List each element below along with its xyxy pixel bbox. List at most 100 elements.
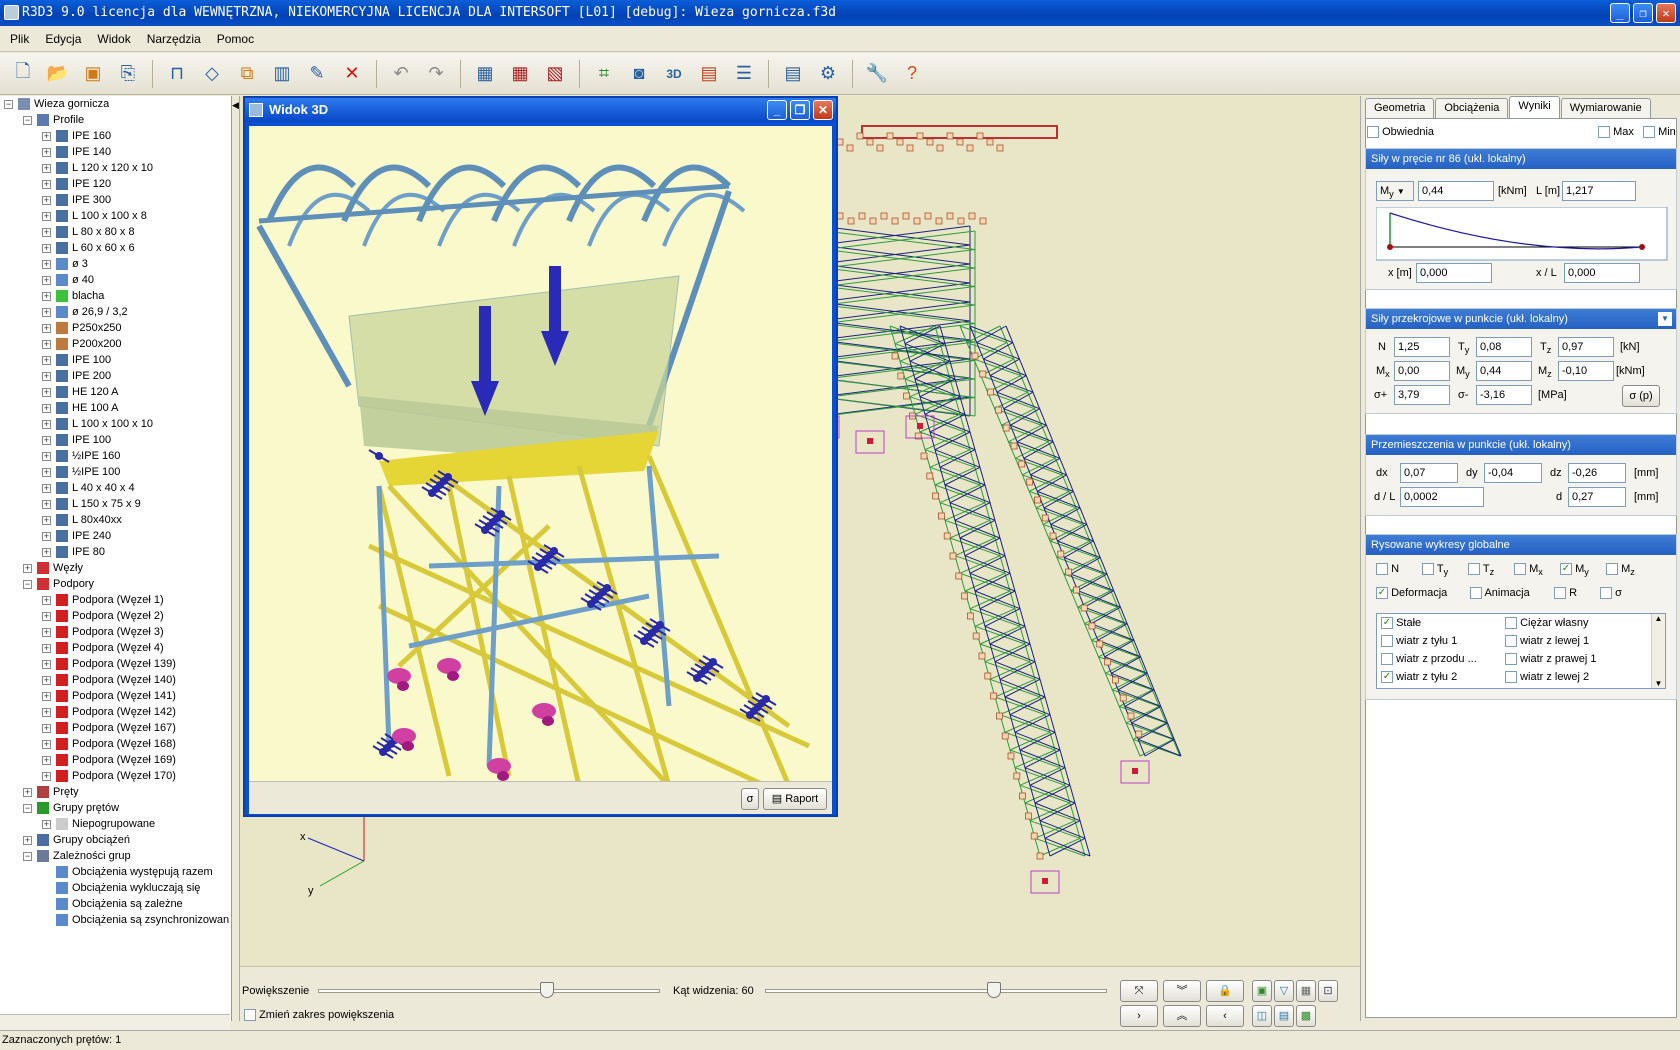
rotate-down-button[interactable]: ︾ — [1163, 980, 1201, 1002]
tab-wymiarowanie[interactable]: Wymiarowanie — [1560, 98, 1651, 118]
tree-support-item[interactable]: + Podpora (Węzeł 139) — [0, 656, 231, 672]
view-persp-button[interactable]: ▤ — [1274, 1005, 1294, 1027]
node-icon[interactable]: ◇ — [197, 59, 227, 89]
tree-profile-item[interactable]: + ø 40 — [0, 272, 231, 288]
global-check-n[interactable]: N — [1376, 559, 1399, 579]
tree-support-item[interactable]: + Podpora (Węzeł 170) — [0, 768, 231, 784]
load-case-checkbox[interactable] — [1505, 653, 1517, 666]
ty-value[interactable]: 0,08 — [1476, 337, 1532, 357]
view-fit-button[interactable]: ⤧ — [1120, 980, 1158, 1002]
deformation-checkbox[interactable]: ✓ — [1376, 587, 1388, 600]
load-case-item[interactable]: ✓ Stałe — [1381, 614, 1421, 632]
expand-toggle-icon[interactable]: + — [42, 228, 51, 237]
dy-value[interactable]: -0,04 — [1484, 463, 1542, 483]
expand-toggle-icon[interactable]: + — [42, 420, 51, 429]
expand-toggle-icon[interactable]: + — [42, 740, 51, 749]
expand-toggle-icon[interactable]: + — [42, 532, 51, 541]
load-case-item[interactable]: wiatr z lewej 2 — [1505, 668, 1589, 686]
expand-toggle-icon[interactable]: + — [42, 212, 51, 221]
copy-icon[interactable]: ⧉ — [232, 59, 262, 89]
zoom-slider-thumb[interactable] — [540, 982, 555, 998]
tree-support-item[interactable]: + Podpora (Węzeł 169) — [0, 752, 231, 768]
envelope-checkbox[interactable] — [1367, 126, 1379, 139]
expand-toggle-icon[interactable]: + — [42, 628, 51, 637]
zoom-range-option[interactable]: Zmień zakres powiększenia — [244, 1009, 394, 1022]
menu-widok[interactable]: Widok — [91, 32, 136, 46]
expand-toggle-icon[interactable]: − — [23, 580, 32, 589]
expand-toggle-icon[interactable]: − — [23, 804, 32, 813]
expand-toggle-icon[interactable]: + — [42, 468, 51, 477]
help-icon[interactable]: ? — [897, 59, 927, 89]
expand-toggle-icon[interactable]: + — [42, 452, 51, 461]
calc-settings-icon[interactable]: ⚙ — [813, 59, 843, 89]
expand-toggle-icon[interactable]: + — [42, 676, 51, 685]
collapse-icon[interactable]: ▼ — [1658, 312, 1672, 326]
tree-horizontal-scrollbar[interactable] — [0, 1014, 230, 1030]
length-value[interactable]: 1,217 — [1562, 181, 1636, 201]
tree-profiles[interactable]: − Profile — [0, 112, 231, 128]
tree-profile-item[interactable]: + L 60 x 60 x 6 — [0, 240, 231, 256]
expand-toggle-icon[interactable]: + — [42, 708, 51, 717]
load-case-checkbox[interactable]: ✓ — [1381, 617, 1393, 630]
expand-toggle-icon[interactable]: + — [42, 292, 51, 301]
sigma-checkbox[interactable] — [1600, 587, 1612, 600]
expand-toggle-icon[interactable]: + — [42, 724, 51, 733]
global-checkbox[interactable] — [1606, 563, 1618, 576]
expand-toggle-icon[interactable]: + — [23, 788, 32, 797]
expand-toggle-icon[interactable]: − — [4, 100, 13, 109]
load-case-item[interactable]: Ciężar własny — [1505, 614, 1589, 632]
expand-toggle-icon[interactable]: + — [42, 356, 51, 365]
menu-edycja[interactable]: Edycja — [39, 32, 87, 46]
tower-3d-render[interactable] — [249, 126, 832, 781]
raport-button[interactable]: ▤ Raport — [763, 788, 827, 810]
load-case-checkbox[interactable]: ✓ — [1381, 671, 1393, 684]
window-widok-3d[interactable]: Widok 3D _ ❐ ✕ σ ▤ Raport — [243, 96, 838, 817]
tree-support-item[interactable]: + Podpora (Węzeł 140) — [0, 672, 231, 688]
zoom-slider[interactable] — [318, 989, 660, 993]
sigma-p-button[interactable]: σ (p) — [1622, 385, 1660, 407]
view-side-button[interactable]: ◫ — [1252, 1005, 1272, 1027]
menu-narzedzia[interactable]: Narzędzia — [141, 32, 207, 46]
mz-value[interactable]: -0,10 — [1558, 361, 1614, 381]
dx-value[interactable]: 0,07 — [1400, 463, 1458, 483]
minimize-button[interactable]: _ — [1610, 3, 1630, 23]
tree-nodes[interactable]: + Węzły — [0, 560, 231, 576]
model-icon[interactable]: ⌗ — [589, 59, 619, 89]
expand-toggle-icon[interactable]: + — [42, 244, 51, 253]
expand-toggle-icon[interactable]: − — [23, 852, 32, 861]
save-icon[interactable]: ▣ — [78, 59, 108, 89]
tree-profile-item[interactable]: + IPE 140 — [0, 144, 231, 160]
view-front-button[interactable]: ▽ — [1274, 980, 1294, 1002]
tree-profile-item[interactable]: + IPE 240 — [0, 528, 231, 544]
maximize-button[interactable]: ❐ — [1633, 3, 1653, 23]
r-option[interactable]: R — [1554, 583, 1577, 603]
export-icon[interactable]: ⎘ — [113, 59, 143, 89]
expand-toggle-icon[interactable]: + — [42, 548, 51, 557]
min-checkbox[interactable] — [1643, 126, 1655, 139]
tree-support-item[interactable]: + Podpora (Węzeł 3) — [0, 624, 231, 640]
expand-toggle-icon[interactable]: + — [42, 164, 51, 173]
rotate-up-button[interactable]: ︽ — [1163, 1005, 1201, 1027]
load-case-checkbox[interactable] — [1505, 617, 1517, 630]
tree-support-item[interactable]: + Podpora (Węzeł 142) — [0, 704, 231, 720]
expand-toggle-icon[interactable]: + — [42, 196, 51, 205]
redo-icon[interactable]: ↷ — [421, 59, 451, 89]
rotate-right-button[interactable]: › — [1120, 1005, 1158, 1027]
sigma-plus-value[interactable]: 3,79 — [1394, 385, 1450, 405]
expand-toggle-icon[interactable]: + — [42, 644, 51, 653]
expand-toggle-icon[interactable]: + — [42, 772, 51, 781]
expand-toggle-icon[interactable]: + — [42, 180, 51, 189]
new-icon[interactable]: 🗋 — [8, 59, 38, 89]
load-case-checkbox[interactable] — [1381, 653, 1393, 666]
close-button[interactable]: ✕ — [1656, 3, 1676, 23]
tree-profile-item[interactable]: + ø 26,9 / 3,2 — [0, 304, 231, 320]
tree-dependency-item[interactable]: Obciążenia występują razem — [0, 864, 231, 880]
widok-3d-maximize-button[interactable]: ❐ — [790, 100, 810, 120]
expand-toggle-icon[interactable]: + — [42, 132, 51, 141]
tree-profile-item[interactable]: + L 150 x 75 x 9 — [0, 496, 231, 512]
x-value[interactable]: 0,000 — [1416, 263, 1492, 283]
expand-toggle-icon[interactable]: + — [42, 388, 51, 397]
tree-profile-item[interactable]: + L 100 x 100 x 8 — [0, 208, 231, 224]
grid-red-icon[interactable]: ▦ — [505, 59, 535, 89]
dl-value[interactable]: 0,0002 — [1400, 487, 1484, 507]
